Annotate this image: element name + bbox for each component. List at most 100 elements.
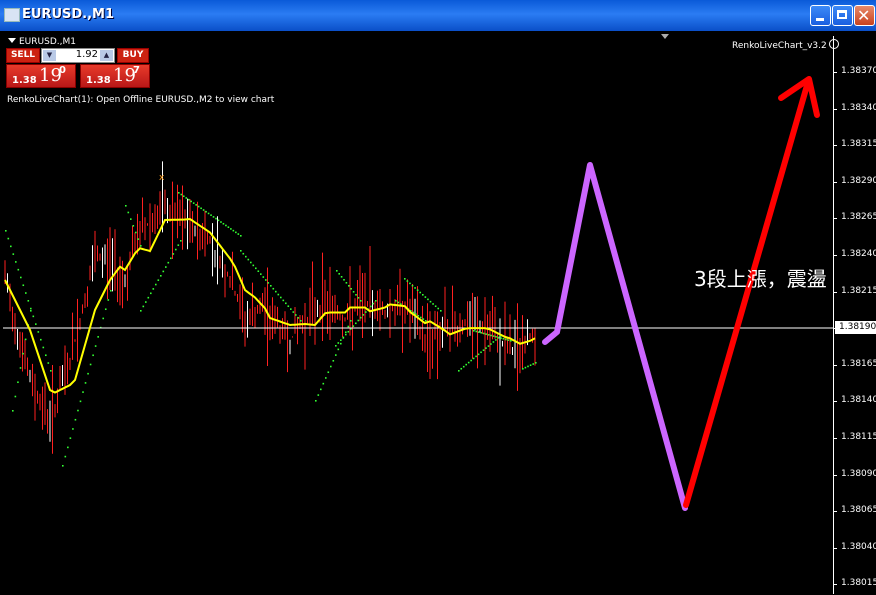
envelope-dot [495, 336, 497, 338]
buy-quote[interactable]: 1.38 19 7 [80, 64, 150, 88]
chart-menu-arrow-icon[interactable] [8, 38, 16, 43]
envelope-dot [190, 200, 192, 203]
lot-decrease-icon[interactable]: ▼ [43, 50, 56, 61]
envelope-dot [287, 305, 290, 308]
envelope-dot [417, 315, 420, 317]
envelope-dot [155, 283, 157, 286]
envelope-dot [335, 354, 337, 356]
envelope-dot [350, 320, 352, 322]
envelope-dot [342, 336, 345, 339]
sell-button[interactable]: SELL [6, 48, 40, 63]
envelope-dot [265, 279, 267, 281]
envelope-dot [295, 314, 297, 316]
envelope-dot [137, 238, 140, 240]
envelope-dot [432, 303, 434, 305]
envelope-dot [50, 370, 52, 372]
envelope-dot [285, 302, 287, 305]
envelope-dot [157, 279, 160, 281]
envelope-dot [337, 348, 340, 351]
envelope-dot [135, 231, 137, 234]
envelope-dot [317, 394, 320, 396]
envelope-dot [74, 418, 77, 421]
price-tick-mark [833, 181, 837, 183]
buy-quote-prefix: 1.38 [86, 75, 111, 86]
envelope-dot [180, 240, 182, 242]
price-chart[interactable] [0, 0, 876, 595]
envelope-dot [465, 363, 468, 366]
envelope-dot [522, 368, 524, 370]
buy-quote-fraction: 7 [133, 65, 140, 76]
envelope-dot [527, 365, 529, 368]
envelope-dot [347, 330, 350, 333]
envelope-dot [197, 205, 200, 208]
envelope-dot [492, 341, 495, 343]
price-tick-mark [833, 511, 837, 513]
envelope-dot [17, 268, 20, 271]
chart-annotation: 3段上漲，震盪 [694, 267, 827, 291]
red-arrow-line [683, 79, 811, 508]
envelope-dot [262, 276, 265, 278]
price-tick-mark [833, 364, 837, 366]
envelope-dot [22, 352, 24, 355]
price-tick-mark [833, 438, 837, 439]
envelope-dot [355, 294, 357, 296]
envelope-dot [280, 296, 282, 299]
envelope-dot [97, 336, 99, 338]
envelope-dot [77, 409, 79, 412]
envelope-dot [67, 446, 69, 449]
envelope-dot [140, 245, 142, 247]
envelope-dot [130, 218, 132, 220]
candles-layer [4, 161, 536, 454]
envelope-dot [40, 338, 42, 341]
envelope-dot [162, 270, 165, 273]
envelope-dot [87, 372, 89, 375]
envelope-dot [360, 316, 362, 319]
envelope-dot [252, 264, 255, 267]
price-tick-mark [833, 72, 837, 73]
envelope-dot [422, 294, 424, 296]
envelope-dot [348, 285, 350, 287]
envelope-dot [336, 270, 338, 272]
envelope-dot [37, 331, 40, 333]
envelope-dot [187, 198, 190, 201]
price-tick-label: 1.38140 [841, 395, 876, 406]
price-tick-label: 1.38290 [841, 175, 876, 186]
envelope-dot [320, 388, 322, 391]
envelope-dot [343, 279, 345, 281]
price-tick-mark [833, 584, 837, 586]
envelope-dot [485, 347, 487, 349]
envelope-dot [424, 296, 427, 298]
envelope-dot [145, 301, 147, 303]
envelope-dot [440, 310, 442, 312]
envelope-dot [429, 300, 432, 303]
price-tick-label: 1.38040 [841, 541, 876, 552]
envelope-dot [132, 225, 135, 227]
indicator-message: RenkoLiveChart(1): Open Offline EURUSD.,… [7, 95, 275, 105]
envelope-dot [127, 211, 130, 214]
envelope-dot [202, 209, 205, 211]
envelope-dot [170, 257, 172, 260]
price-tick-mark [833, 401, 837, 403]
chart-shift-marker-icon[interactable] [661, 34, 669, 39]
envelope-dot [345, 331, 347, 334]
lot-increase-icon[interactable]: ▲ [100, 50, 113, 61]
sell-quote[interactable]: 1.38 19 0 [6, 64, 76, 88]
envelope-dot [500, 337, 502, 339]
envelope-dot [69, 437, 72, 439]
buy-button[interactable]: BUY [117, 48, 149, 63]
envelope-dot [529, 364, 532, 366]
envelope-dot [338, 273, 340, 275]
envelope-dot [177, 244, 180, 246]
envelope-dot [237, 233, 240, 235]
envelope-dot [167, 261, 170, 264]
envelope-dot [242, 252, 245, 255]
envelope-dot [257, 270, 260, 273]
envelope-dot [222, 222, 225, 225]
envelope-dot [35, 323, 37, 325]
envelope-dot [84, 382, 87, 384]
price-tick-label: 1.38265 [841, 212, 876, 223]
envelope-dot [337, 342, 340, 344]
envelope-dot [19, 367, 22, 369]
lot-size-field[interactable]: ▼ 1.92 ▲ [41, 48, 115, 63]
price-tick-mark [833, 145, 837, 147]
